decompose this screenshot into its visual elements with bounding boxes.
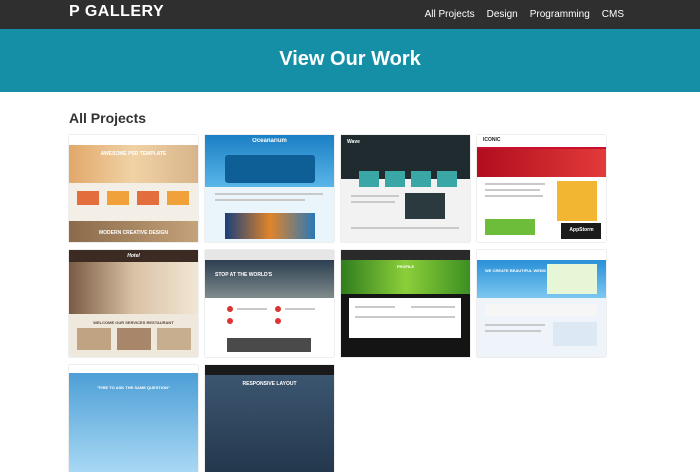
thumb-icon — [275, 318, 281, 324]
nav-programming[interactable]: Programming — [530, 9, 590, 20]
thumb-text-line — [355, 316, 455, 318]
thumb-text-line — [411, 306, 455, 308]
thumb-text-line — [351, 201, 395, 203]
thumb-text-line — [351, 195, 399, 197]
thumb-hero — [205, 260, 334, 298]
thumb-caption: STOP AT THE WORLD'S — [215, 272, 273, 278]
hero-title: View Our Work — [279, 48, 421, 70]
thumb-feature — [107, 191, 129, 205]
thumb-feature — [77, 191, 99, 205]
project-thumbnail-4[interactable]: ICONIC AppStorm — [477, 135, 606, 242]
thumb-caption: Wave — [347, 139, 360, 145]
thumb-caption: WE CREATE BEAUTIFUL WEBSITES — [485, 268, 546, 273]
thumb-screen — [547, 264, 597, 294]
project-thumbnail-2[interactable]: Oceanarium — [205, 135, 334, 242]
thumb-header — [205, 365, 334, 375]
thumb-image — [405, 193, 445, 219]
top-navbar: P GALLERY All Projects Design Programmin… — [0, 0, 700, 29]
project-thumbnail-10[interactable]: RESPONSIVE LAYOUT — [205, 365, 334, 472]
thumb-text-line — [285, 308, 315, 310]
project-thumbnail-5[interactable]: Hotel WELCOME OUR SERVICES RESTAURANT — [69, 250, 198, 357]
thumb-text-line — [485, 330, 541, 332]
thumb-feature — [137, 191, 159, 205]
thumb-caption: RESPONSIVE LAYOUT — [242, 381, 297, 387]
hero-banner: View Our Work — [0, 29, 700, 92]
thumb-text-line — [485, 183, 545, 185]
project-thumbnail-6[interactable]: STOP AT THE WORLD'S — [205, 250, 334, 357]
thumb-sidebar — [553, 322, 597, 346]
thumb-header — [341, 250, 470, 260]
thumb-sections: WELCOME OUR SERVICES RESTAURANT — [93, 320, 174, 325]
thumb-text-line — [485, 189, 540, 191]
thumb-caption: Hotel — [127, 253, 140, 259]
thumb-icon — [227, 306, 233, 312]
project-thumbnail-8[interactable]: WE CREATE BEAUTIFUL WEBSITES — [477, 250, 606, 357]
thumb-icons — [485, 304, 597, 316]
thumb-text-line — [355, 306, 395, 308]
thumb-hero — [205, 375, 334, 472]
thumb-icon — [227, 318, 233, 324]
project-thumbnail-3[interactable]: Wave — [341, 135, 470, 242]
brand-logo[interactable]: P GALLERY — [69, 3, 164, 21]
thumb-text-line — [215, 199, 305, 201]
thumb-footer-caption: MODERN CREATIVE DESIGN — [98, 230, 169, 236]
thumb-header — [205, 250, 334, 260]
thumb-text-line — [215, 193, 323, 195]
thumb-feature — [167, 191, 189, 205]
thumb-text-line — [351, 227, 459, 229]
thumb-caption: PROFILE — [396, 264, 415, 269]
thumb-hero — [69, 262, 198, 314]
section-title: All Projects — [69, 110, 147, 126]
project-thumbnail-1[interactable]: AWESOME PSD TEMPLATE MODERN CREATIVE DES… — [69, 135, 198, 242]
thumb-image — [117, 328, 151, 350]
thumb-caption: "FIRE TO ASK THE SAME QUESTION" — [97, 385, 170, 390]
thumb-caption: ICONIC — [483, 137, 501, 143]
thumb-image — [77, 328, 111, 350]
thumb-text-line — [485, 195, 543, 197]
main-nav: All Projects Design Programming CMS — [425, 0, 624, 29]
thumb-image — [157, 328, 191, 350]
thumb-icon — [275, 306, 281, 312]
thumb-header — [69, 365, 198, 373]
thumb-sidebar — [557, 181, 597, 221]
nav-all-projects[interactable]: All Projects — [425, 9, 475, 20]
thumb-feature — [437, 171, 457, 187]
thumb-feature — [359, 171, 379, 187]
thumb-badge-label: AppStorm — [569, 227, 594, 233]
thumb-caption: Oceanarium — [252, 138, 287, 144]
thumb-slider — [225, 155, 315, 183]
thumb-feature — [385, 171, 405, 187]
nav-design[interactable]: Design — [487, 9, 518, 20]
nav-cms[interactable]: CMS — [602, 9, 624, 20]
thumb-content — [349, 298, 461, 338]
project-thumbnail-9[interactable]: "FIRE TO ASK THE SAME QUESTION" — [69, 365, 198, 472]
thumb-header — [477, 250, 606, 260]
project-thumbnail-7[interactable]: PROFILE — [341, 250, 470, 357]
thumb-hero — [477, 149, 606, 177]
thumb-image — [485, 219, 535, 235]
thumb-caption: AWESOME PSD TEMPLATE — [100, 151, 167, 157]
thumb-feature — [411, 171, 431, 187]
thumb-strip — [227, 338, 311, 352]
thumb-gallery — [225, 213, 315, 239]
thumb-text-line — [237, 308, 267, 310]
thumb-text-line — [485, 324, 545, 326]
